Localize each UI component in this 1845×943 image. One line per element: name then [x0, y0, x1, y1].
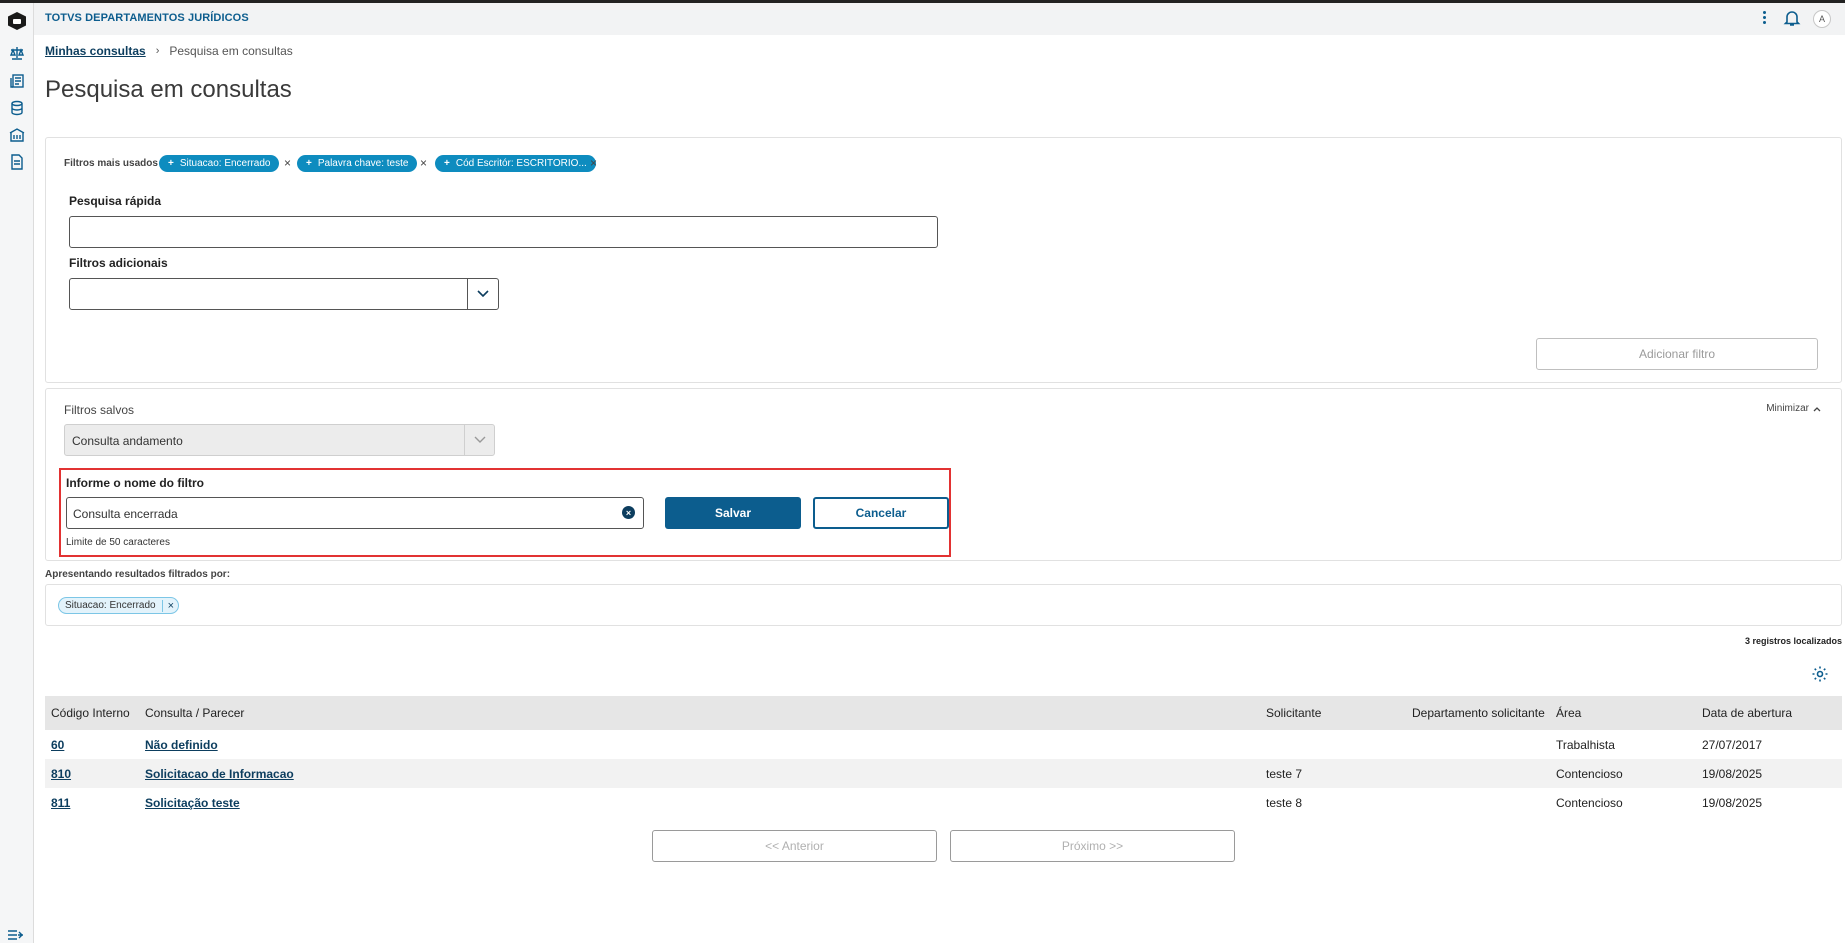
code-link[interactable]: 811: [51, 796, 70, 810]
area-cell: Contencioso: [1556, 796, 1623, 810]
table-row: 810 Solicitacao de Informacao teste 7 Co…: [45, 759, 1842, 788]
active-filters-box: Situacao: Encerrado ×: [45, 584, 1842, 626]
filter-chip-palavra-chave[interactable]: + Palavra chave: teste: [297, 155, 418, 172]
quick-search-input[interactable]: [69, 216, 938, 248]
remove-chip-situacao-icon[interactable]: ×: [284, 156, 291, 170]
remove-chip-palavra-chave-icon[interactable]: ×: [420, 156, 427, 170]
quick-search-label: Pesquisa rápida: [69, 194, 162, 208]
sidebar: [0, 3, 34, 943]
page-title: Pesquisa em consultas: [45, 76, 292, 103]
collapse-menu-icon[interactable]: [7, 928, 25, 940]
add-filter-button[interactable]: Adicionar filtro: [1536, 338, 1818, 370]
solicitante-cell: teste 7: [1266, 767, 1303, 781]
additional-filters-label: Filtros adicionais: [69, 256, 168, 270]
app-title: TOTVS DEPARTAMENTOS JURÍDICOS: [45, 12, 249, 24]
filter-chip-situacao[interactable]: + Situacao: Encerrado: [159, 155, 280, 172]
saved-filters-select[interactable]: Consulta andamento: [64, 424, 495, 456]
date-cell: 27/07/2017: [1702, 738, 1763, 752]
chevron-right-icon: ›: [155, 45, 160, 57]
filter-name-input[interactable]: Consulta encerrada ×: [66, 497, 644, 529]
chevron-down-icon[interactable]: [467, 279, 498, 309]
column-header[interactable]: Consulta / Parecer: [145, 706, 244, 720]
chevron-down-icon[interactable]: [464, 425, 494, 455]
database-icon[interactable]: [4, 95, 30, 121]
next-page-button[interactable]: Próximo >>: [950, 830, 1235, 862]
code-link[interactable]: 810: [51, 767, 71, 781]
document-list-icon[interactable]: [4, 68, 30, 94]
saved-filters-label: Filtros salvos: [64, 403, 135, 417]
additional-filters-select[interactable]: [69, 278, 499, 310]
filter-name-panel: Informe o nome do filtro Consulta encerr…: [59, 468, 951, 557]
column-header[interactable]: Departamento solicitante: [1412, 706, 1545, 720]
chevron-up-icon: [1813, 406, 1821, 411]
building-icon[interactable]: [4, 122, 30, 148]
clear-input-icon[interactable]: ×: [622, 506, 635, 519]
plus-icon: +: [306, 158, 312, 169]
column-header[interactable]: Área: [1556, 706, 1581, 720]
results-table: Código Interno Consulta / Parecer Solici…: [45, 696, 1842, 817]
filter-chip-escritorio[interactable]: + Cód Escritór: ESCRITORIO...: [435, 155, 596, 172]
active-filter-chip: Situacao: Encerrado ×: [58, 597, 180, 614]
table-settings-gear-icon[interactable]: [1811, 665, 1829, 683]
remove-active-filter-icon[interactable]: ×: [161, 599, 174, 612]
table-header: Código Interno Consulta / Parecer Solici…: [45, 696, 1842, 730]
filters-card: Filtros mais usados + Situacao: Encerrado…: [45, 137, 1842, 383]
column-header[interactable]: Código Interno: [51, 706, 130, 720]
column-header[interactable]: Data de abertura: [1702, 706, 1792, 720]
previous-page-button[interactable]: << Anterior: [652, 830, 937, 862]
plus-icon: +: [444, 158, 450, 169]
breadcrumb-current: Pesquisa em consultas: [169, 44, 293, 58]
app-header: TOTVS DEPARTAMENTOS JURÍDICOS A: [34, 3, 1845, 35]
column-header[interactable]: Solicitante: [1266, 706, 1321, 720]
save-button[interactable]: Salvar: [665, 497, 801, 529]
table-row: 811 Solicitação teste teste 8 Contencios…: [45, 788, 1842, 817]
results-count: 3 registros localizados: [1744, 636, 1842, 646]
solicitante-cell: teste 8: [1266, 796, 1303, 810]
filter-name-label: Informe o nome do filtro: [66, 476, 204, 490]
scale-icon[interactable]: [4, 40, 30, 66]
table-row: 60 Não definido Trabalhista 27/07/2017: [45, 730, 1842, 759]
saved-filters-card: Filtros salvos Minimizar Consulta andame…: [45, 388, 1842, 561]
user-avatar[interactable]: A: [1813, 10, 1831, 28]
notification-bell-icon[interactable]: [1783, 9, 1803, 29]
totvs-logo-icon[interactable]: [4, 8, 30, 34]
character-limit-hint: Limite de 50 caracteres: [66, 537, 170, 548]
date-cell: 19/08/2025: [1702, 796, 1763, 810]
consulta-link[interactable]: Solicitação teste: [145, 796, 240, 810]
results-filter-label: Apresentando resultados filtrados por:: [45, 569, 231, 580]
plus-icon: +: [168, 158, 174, 169]
breadcrumb-link-minhas-consultas[interactable]: Minhas consultas: [45, 44, 146, 58]
minimize-button[interactable]: Minimizar: [1766, 403, 1821, 414]
consulta-link[interactable]: Não definido: [145, 738, 218, 752]
consulta-link[interactable]: Solicitacao de Informacao: [145, 767, 294, 781]
cancel-button[interactable]: Cancelar: [813, 497, 949, 529]
breadcrumb: Minhas consultas › Pesquisa em consultas: [45, 44, 293, 58]
more-options-icon[interactable]: [1758, 9, 1770, 29]
most-used-filters-label: Filtros mais usados: [64, 158, 158, 169]
area-cell: Contencioso: [1556, 767, 1623, 781]
code-link[interactable]: 60: [51, 738, 64, 752]
date-cell: 19/08/2025: [1702, 767, 1763, 781]
area-cell: Trabalhista: [1556, 738, 1615, 752]
file-icon[interactable]: [4, 149, 30, 175]
remove-chip-escritorio-icon[interactable]: ×: [590, 156, 597, 170]
